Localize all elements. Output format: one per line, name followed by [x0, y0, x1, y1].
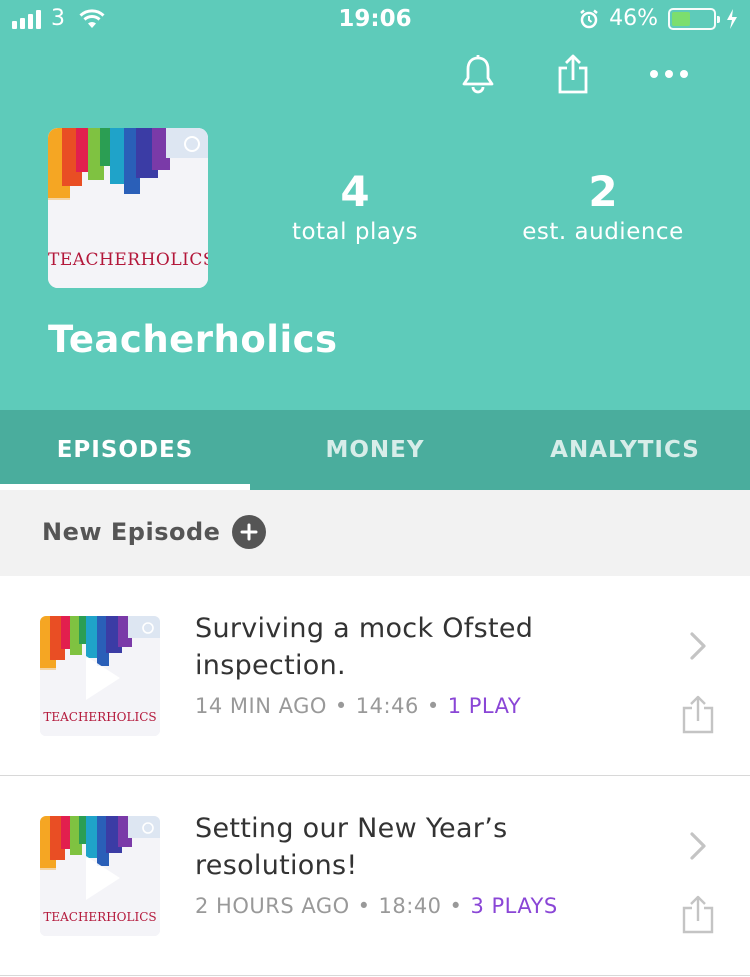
stat-label: total plays: [291, 219, 419, 245]
new-episode-button[interactable]: New Episode: [42, 515, 267, 549]
share-podcast-button[interactable]: [551, 52, 595, 96]
episode-thumbnail[interactable]: TEACHERHOLICS: [40, 616, 160, 736]
stat-value: 4: [340, 167, 370, 216]
battery-percent: 46%: [609, 6, 658, 31]
new-episode-bar: New Episode: [0, 490, 750, 576]
thumbnail-title-text: TEACHERHOLICS: [43, 710, 157, 724]
chevron-right-icon[interactable]: [686, 830, 710, 862]
episode-time-ago: 14 MIN AGO: [195, 694, 327, 718]
episode-time-ago: 2 HOURS AGO: [195, 894, 350, 918]
stat-total-plays: 4 total plays: [245, 168, 465, 248]
podcast-header: 3 19:06 46% TEACHERHOLICS 4 total plays …: [0, 0, 750, 410]
episode-meta: 14 MIN AGO • 14:46 • 1 PLAY: [195, 694, 522, 718]
stat-label: est. audience: [522, 219, 684, 245]
status-right: 46%: [579, 6, 738, 31]
tab-episodes[interactable]: EPISODES: [0, 410, 250, 490]
battery-icon: [668, 7, 720, 30]
charging-icon: [727, 8, 737, 29]
bell-icon: [462, 55, 494, 94]
episode-thumbnail[interactable]: TEACHERHOLICS: [40, 816, 160, 936]
tab-money[interactable]: MONEY: [250, 410, 500, 490]
notifications-button[interactable]: [456, 52, 500, 96]
row-divider: [0, 975, 750, 976]
tab-analytics[interactable]: ANALYTICS: [500, 410, 750, 490]
stat-value: 2: [588, 167, 618, 216]
episode-title: Surviving a mock Ofsted inspection.: [195, 613, 534, 681]
cover-title-text: TEACHERHOLICS: [48, 250, 208, 270]
episode-title: Setting our New Year’s resolutions!: [195, 813, 508, 881]
episode-plays[interactable]: 3 PLAYS: [470, 894, 557, 918]
podcast-title: Teacherholics: [48, 318, 338, 361]
podcast-cover-art[interactable]: TEACHERHOLICS: [48, 128, 208, 288]
episode-duration: 18:40: [378, 894, 442, 918]
episode-plays[interactable]: 1 PLAY: [448, 694, 521, 718]
new-episode-label: New Episode: [42, 518, 221, 546]
alarm-icon: [580, 9, 598, 28]
share-icon: [558, 54, 588, 94]
play-icon: [86, 856, 120, 900]
tab-bar: EPISODES MONEY ANALYTICS: [0, 410, 750, 490]
thumbnail-title-text: TEACHERHOLICS: [43, 910, 157, 924]
share-episode-icon[interactable]: [680, 894, 716, 934]
more-options-button[interactable]: [647, 52, 691, 96]
play-icon: [86, 656, 120, 700]
episode-row[interactable]: TEACHERHOLICS Surviving a mock Ofsted in…: [0, 576, 750, 776]
more-dots-icon: [650, 70, 688, 78]
episode-duration: 14:46: [355, 694, 419, 718]
share-episode-icon[interactable]: [680, 694, 716, 734]
stat-est-audience: 2 est. audience: [493, 168, 713, 248]
episode-row[interactable]: TEACHERHOLICS Setting our New Year’s res…: [0, 776, 750, 976]
plus-icon: [232, 515, 267, 549]
chevron-right-icon[interactable]: [686, 630, 710, 662]
status-bar: 3 19:06 46%: [0, 0, 750, 40]
episode-meta: 2 HOURS AGO • 18:40 • 3 PLAYS: [195, 894, 558, 918]
